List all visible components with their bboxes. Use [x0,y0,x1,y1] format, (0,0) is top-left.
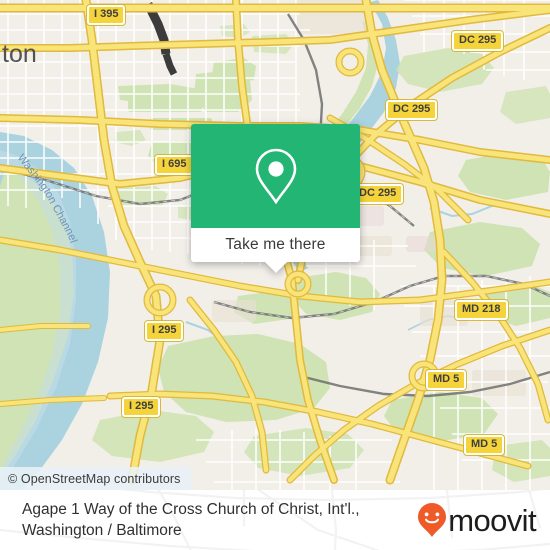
map-label-shield-i295-lower: I 295 [122,397,161,417]
osm-attribution-text: © OpenStreetMap contributors [8,471,181,486]
map-pin-icon [255,148,296,204]
map-label-shield-i295-upper: I 295 [145,321,184,341]
moovit-station-map-screenshot: ton Washington Channel I 395 I 695 DC 295 D… [0,0,550,550]
take-me-there-label: Take me there [225,236,326,253]
place-title: Agape 1 Way of the Cross Church of Chris… [22,501,360,539]
map-label-city-washington: ton [2,40,37,68]
map-label-shield-i695: I 695 [155,155,194,175]
map-label-shield-i395: I 395 [87,5,126,25]
map-label-shield-md5-lower: MD 5 [464,435,505,455]
osm-attribution[interactable]: © OpenStreetMap contributors [0,467,191,490]
popup-cta-bar[interactable]: Take me there [191,228,360,273]
moovit-wordmark: moovit [448,502,536,538]
moovit-pin-icon [418,503,447,537]
popup-image-area [191,124,360,228]
popup-pointer [264,262,287,273]
station-popup-card[interactable]: Take me there [191,124,360,273]
map-label-shield-dc295-mid: DC 295 [386,100,438,120]
moovit-logo[interactable]: moovit [417,502,537,538]
map-label-shield-dc295-top: DC 295 [452,31,504,51]
map-label-shield-md5-upper: MD 5 [426,370,467,390]
page-footer: Agape 1 Way of the Cross Church of Chris… [0,490,550,550]
map-label-shield-md218: MD 218 [455,300,508,320]
